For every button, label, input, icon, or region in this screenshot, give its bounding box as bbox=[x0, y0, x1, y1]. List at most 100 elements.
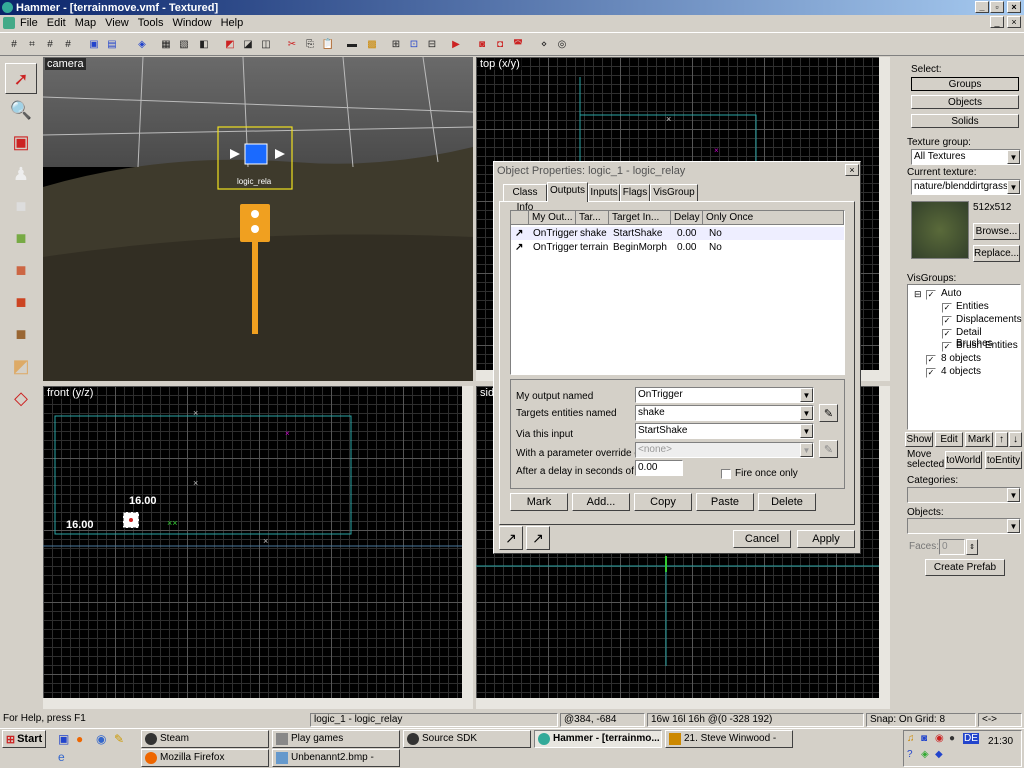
decal-icon[interactable]: ▩ bbox=[364, 37, 380, 52]
texture-tool-icon[interactable]: ■ bbox=[5, 223, 37, 254]
menu-window[interactable]: Window bbox=[172, 17, 211, 29]
hollow-icon[interactable]: ◪ bbox=[240, 37, 256, 52]
replace-button[interactable]: Replace... bbox=[973, 245, 1020, 262]
texture-group-select[interactable]: All Textures ▼ bbox=[911, 149, 1021, 165]
tray-language[interactable]: DE bbox=[963, 733, 979, 744]
top-vscroll[interactable] bbox=[879, 57, 890, 370]
dialog-title[interactable]: Object Properties: logic_1 - logic_relay bbox=[495, 163, 859, 179]
col-my-output[interactable]: My Out... bbox=[529, 211, 576, 225]
objects-select[interactable]: ▼ bbox=[907, 518, 1021, 534]
overlay-tool-icon[interactable]: ■ bbox=[5, 319, 37, 350]
pin-output-icon[interactable]: ↗ bbox=[499, 526, 523, 550]
grid-3d-icon[interactable]: ⌗ bbox=[24, 37, 40, 52]
magnify-tool-icon[interactable]: 🔍 bbox=[5, 95, 37, 126]
menu-edit[interactable]: Edit bbox=[47, 17, 66, 29]
col-only-once[interactable]: Only Once bbox=[703, 211, 844, 225]
task-hammer[interactable]: Hammer - [terrainmo... bbox=[534, 730, 662, 748]
cut-icon[interactable]: ✂ bbox=[284, 37, 300, 52]
table-row[interactable]: ↗ OnTrigger shake StartShake 0.00 No bbox=[511, 227, 844, 240]
hide-icon[interactable]: ▦ bbox=[158, 37, 174, 52]
current-texture-select[interactable]: nature/blenddirtgrass00 ▼ bbox=[911, 179, 1021, 195]
start-button[interactable]: ⊞ Start bbox=[2, 730, 46, 748]
visgroup-4-objects-checkbox[interactable]: ✓ bbox=[926, 368, 936, 378]
grid-toggle-icon[interactable]: # bbox=[6, 37, 22, 52]
fire-once-checkbox[interactable] bbox=[721, 469, 731, 479]
visgroup-mark-button[interactable]: Mark bbox=[965, 432, 993, 447]
front-hscroll[interactable] bbox=[43, 698, 473, 709]
tab-outputs[interactable]: Outputs bbox=[547, 182, 588, 202]
decal-tool-icon[interactable]: ■ bbox=[5, 287, 37, 318]
apply-button[interactable]: Apply bbox=[797, 530, 855, 548]
objects-button[interactable]: Objects bbox=[911, 95, 1019, 109]
unhide-icon[interactable]: ▧ bbox=[176, 37, 192, 52]
vertex-tool-icon[interactable]: ◇ bbox=[5, 383, 37, 414]
tray-update-icon[interactable]: ◆ bbox=[935, 749, 943, 760]
mark-button[interactable]: Mark bbox=[510, 493, 568, 511]
menu-tools[interactable]: Tools bbox=[138, 17, 164, 29]
entity-report-icon[interactable]: ◙ bbox=[474, 37, 490, 52]
task-winamp[interactable]: 21. Steve Winwood - Hig... bbox=[665, 730, 793, 748]
ungroup-icon[interactable]: ▤ bbox=[104, 37, 120, 52]
quick-hide-icon[interactable]: ⋄ bbox=[536, 37, 552, 52]
table-row[interactable]: ↗ OnTrigger terrain BeginMorph 0.00 No bbox=[511, 241, 844, 254]
front-vscroll[interactable] bbox=[462, 386, 473, 698]
col-target[interactable]: Tar... bbox=[576, 211, 609, 225]
copy-button[interactable]: Copy bbox=[634, 493, 692, 511]
visgroup-detail-checkbox[interactable]: ✓ bbox=[942, 329, 952, 339]
run-map-icon[interactable]: ▶ bbox=[448, 37, 464, 52]
maximize-icon[interactable]: ▫ bbox=[990, 1, 1004, 13]
tab-visgroup[interactable]: VisGroup bbox=[650, 184, 698, 201]
delete-button[interactable]: Delete bbox=[758, 493, 816, 511]
visgroup-displacements-checkbox[interactable]: ✓ bbox=[942, 316, 952, 326]
selection-tool-icon[interactable]: ➚ bbox=[5, 63, 37, 94]
menu-help[interactable]: Help bbox=[221, 17, 244, 29]
task-paint[interactable]: Unbenannt2.bmp - Paint bbox=[272, 749, 400, 767]
visgroup-auto-checkbox[interactable]: ✓ bbox=[926, 290, 936, 300]
texture-lock-icon[interactable]: ◧ bbox=[196, 37, 212, 52]
tray-steam-icon[interactable]: ● bbox=[949, 733, 955, 744]
tab-flags[interactable]: Flags bbox=[620, 184, 650, 201]
quicklaunch-icon[interactable]: ✎ bbox=[114, 732, 124, 746]
block-tool-icon[interactable]: ■ bbox=[5, 191, 37, 222]
pin-input-icon[interactable]: ↗ bbox=[526, 526, 550, 550]
entity-tool-icon[interactable]: ♟ bbox=[5, 159, 37, 190]
eyedropper-icon[interactable]: ✎ bbox=[819, 404, 838, 422]
minimize-icon[interactable]: _ bbox=[975, 1, 989, 13]
tab-inputs[interactable]: Inputs bbox=[588, 184, 620, 201]
snap-to-grid-icon[interactable]: ⊞ bbox=[388, 37, 404, 52]
ie-icon[interactable]: e bbox=[58, 750, 65, 764]
output-select[interactable]: OnTrigger ▼ bbox=[635, 387, 814, 403]
tray-volume-icon[interactable]: ♫ bbox=[907, 733, 915, 744]
create-prefab-button[interactable]: Create Prefab bbox=[925, 559, 1005, 576]
clip-tool-icon[interactable]: ◩ bbox=[5, 351, 37, 382]
task-source-sdk[interactable]: Source SDK bbox=[403, 730, 531, 748]
apply-texture-icon[interactable]: ■ bbox=[5, 255, 37, 286]
media-icon[interactable]: ◉ bbox=[96, 732, 106, 746]
faces-input[interactable]: 0 bbox=[939, 539, 965, 555]
edit-button[interactable]: Edit bbox=[935, 432, 963, 447]
arrow-down-icon[interactable]: ↓ bbox=[1009, 432, 1022, 447]
cancel-button[interactable]: Cancel bbox=[733, 530, 791, 548]
groups-button[interactable]: Groups bbox=[911, 77, 1019, 91]
copy-icon[interactable]: ⎘ bbox=[302, 37, 318, 52]
group-icon[interactable]: ▣ bbox=[86, 37, 102, 52]
carve-icon[interactable]: ◩ bbox=[222, 37, 238, 52]
tray-network-icon[interactable]: ◙ bbox=[921, 733, 927, 744]
camera-tool-icon[interactable]: ▣ bbox=[5, 127, 37, 158]
menu-file[interactable]: File bbox=[20, 17, 38, 29]
to-world-button[interactable]: toWorld bbox=[945, 451, 982, 469]
paste-button[interactable]: Paste bbox=[696, 493, 754, 511]
targets-select[interactable]: shake ▼ bbox=[635, 405, 814, 421]
param-select[interactable]: <none> ▼ bbox=[635, 442, 814, 458]
tree-expand-icon[interactable]: ⊟ bbox=[914, 289, 922, 300]
map-info-icon[interactable]: ◚ bbox=[510, 37, 526, 52]
visgroup-brush-entities-checkbox[interactable]: ✓ bbox=[942, 342, 952, 352]
task-steam[interactable]: Steam bbox=[141, 730, 269, 748]
task-play-games[interactable]: Play games bbox=[272, 730, 400, 748]
solids-button[interactable]: Solids bbox=[911, 114, 1019, 128]
tray-antivirus-icon[interactable]: ◉ bbox=[935, 733, 944, 744]
selection-icon[interactable]: ◈ bbox=[134, 37, 150, 52]
paste-icon[interactable]: 📋 bbox=[320, 37, 336, 52]
browse-button[interactable]: Browse... bbox=[973, 223, 1020, 240]
tray-messenger-icon[interactable]: ◈ bbox=[921, 749, 929, 760]
